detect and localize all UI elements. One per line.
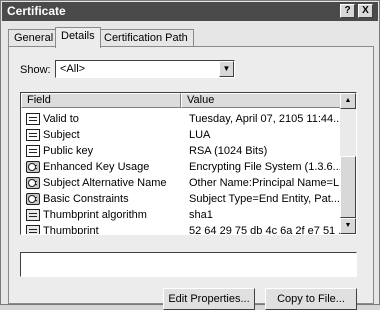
field-name: Public key [43,145,94,157]
scrollbar-thumb[interactable] [340,156,356,218]
window-title: Certificate [7,4,66,18]
vertical-scrollbar[interactable]: ▲ ▼ [340,93,356,234]
field-name: Subject Alternative Name [43,177,167,189]
field-value: Other Name:Principal Name=L... [189,177,341,189]
column-header-value[interactable]: Value [181,93,342,108]
edit-properties-button[interactable]: Edit Properties... [163,288,255,310]
title-bar: Certificate ? X [2,2,378,21]
scroll-down-icon[interactable]: ▼ [340,218,356,234]
copy-to-file-button[interactable]: Copy to File... [265,288,357,310]
column-header-field[interactable]: Field [21,93,181,108]
field-name: Enhanced Key Usage [43,161,150,173]
certificate-dialog: Certificate ? X General Details Certific… [0,0,380,310]
show-label: Show: [20,64,51,76]
tab-general-label: General [14,32,54,44]
list-item[interactable]: Public key RSA (1024 Bits) [21,143,342,159]
document-icon [26,113,40,125]
list-item[interactable]: Valid to Tuesday, April 07, 2105 11:44..… [21,111,342,127]
list-rows: Valid to Tuesday, April 07, 2105 11:44..… [21,111,342,235]
tab-certification-path[interactable]: Certification Path [98,29,194,47]
field-name: Basic Constraints [43,193,129,205]
field-detail-textbox[interactable] [20,252,357,277]
field-value: RSA (1024 Bits) [189,145,268,157]
field-value: sha1 [189,209,213,221]
help-button[interactable]: ? [340,4,355,18]
field-name: Thumbprint algorithm [43,209,147,221]
field-value: Encrypting File System (1.3.6.... [189,161,341,173]
field-name: Valid to [43,113,79,125]
thumbprint-icon [26,209,40,221]
field-value: 52 64 29 75 db 4c 6a 2f e7 51 ... [189,225,341,235]
tab-certification-path-label: Certification Path [104,32,188,44]
list-item[interactable]: Thumbprint 52 64 29 75 db 4c 6a 2f e7 51… [21,223,342,235]
list-item[interactable]: Subject Alternative Name Other Name:Prin… [21,175,342,191]
field-value: Tuesday, April 07, 2105 11:44... [189,113,341,125]
show-selected-value: <All> [60,63,86,75]
field-value: Subject Type=End Entity, Pat... [189,193,340,205]
chevron-down-icon[interactable]: ▼ [219,61,234,77]
field-value: LUA [189,129,211,141]
list-item[interactable]: Enhanced Key Usage Encrypting File Syste… [21,159,342,175]
list-item[interactable]: Thumbprint algorithm sha1 [21,207,342,223]
field-name: Thumbprint [43,225,99,235]
scroll-up-icon[interactable]: ▲ [340,93,356,109]
extension-icon [26,161,40,173]
close-button[interactable]: X [358,4,373,18]
show-dropdown[interactable]: <All> ▼ [55,60,235,78]
document-icon [26,145,40,157]
tab-general[interactable]: General [8,29,60,47]
list-item[interactable]: Subject LUA [21,127,342,143]
tab-details[interactable]: Details [55,27,101,48]
field-name: Subject [43,129,80,141]
list-item[interactable]: Basic Constraints Subject Type=End Entit… [21,191,342,207]
fields-list[interactable]: Field Value Valid to Tuesday, April 07, … [20,92,357,235]
extension-icon [26,193,40,205]
extension-icon [26,177,40,189]
tab-details-label: Details [61,30,95,42]
list-header: Field Value [21,93,342,108]
thumbprint-icon [26,225,40,234]
document-icon [26,129,40,141]
